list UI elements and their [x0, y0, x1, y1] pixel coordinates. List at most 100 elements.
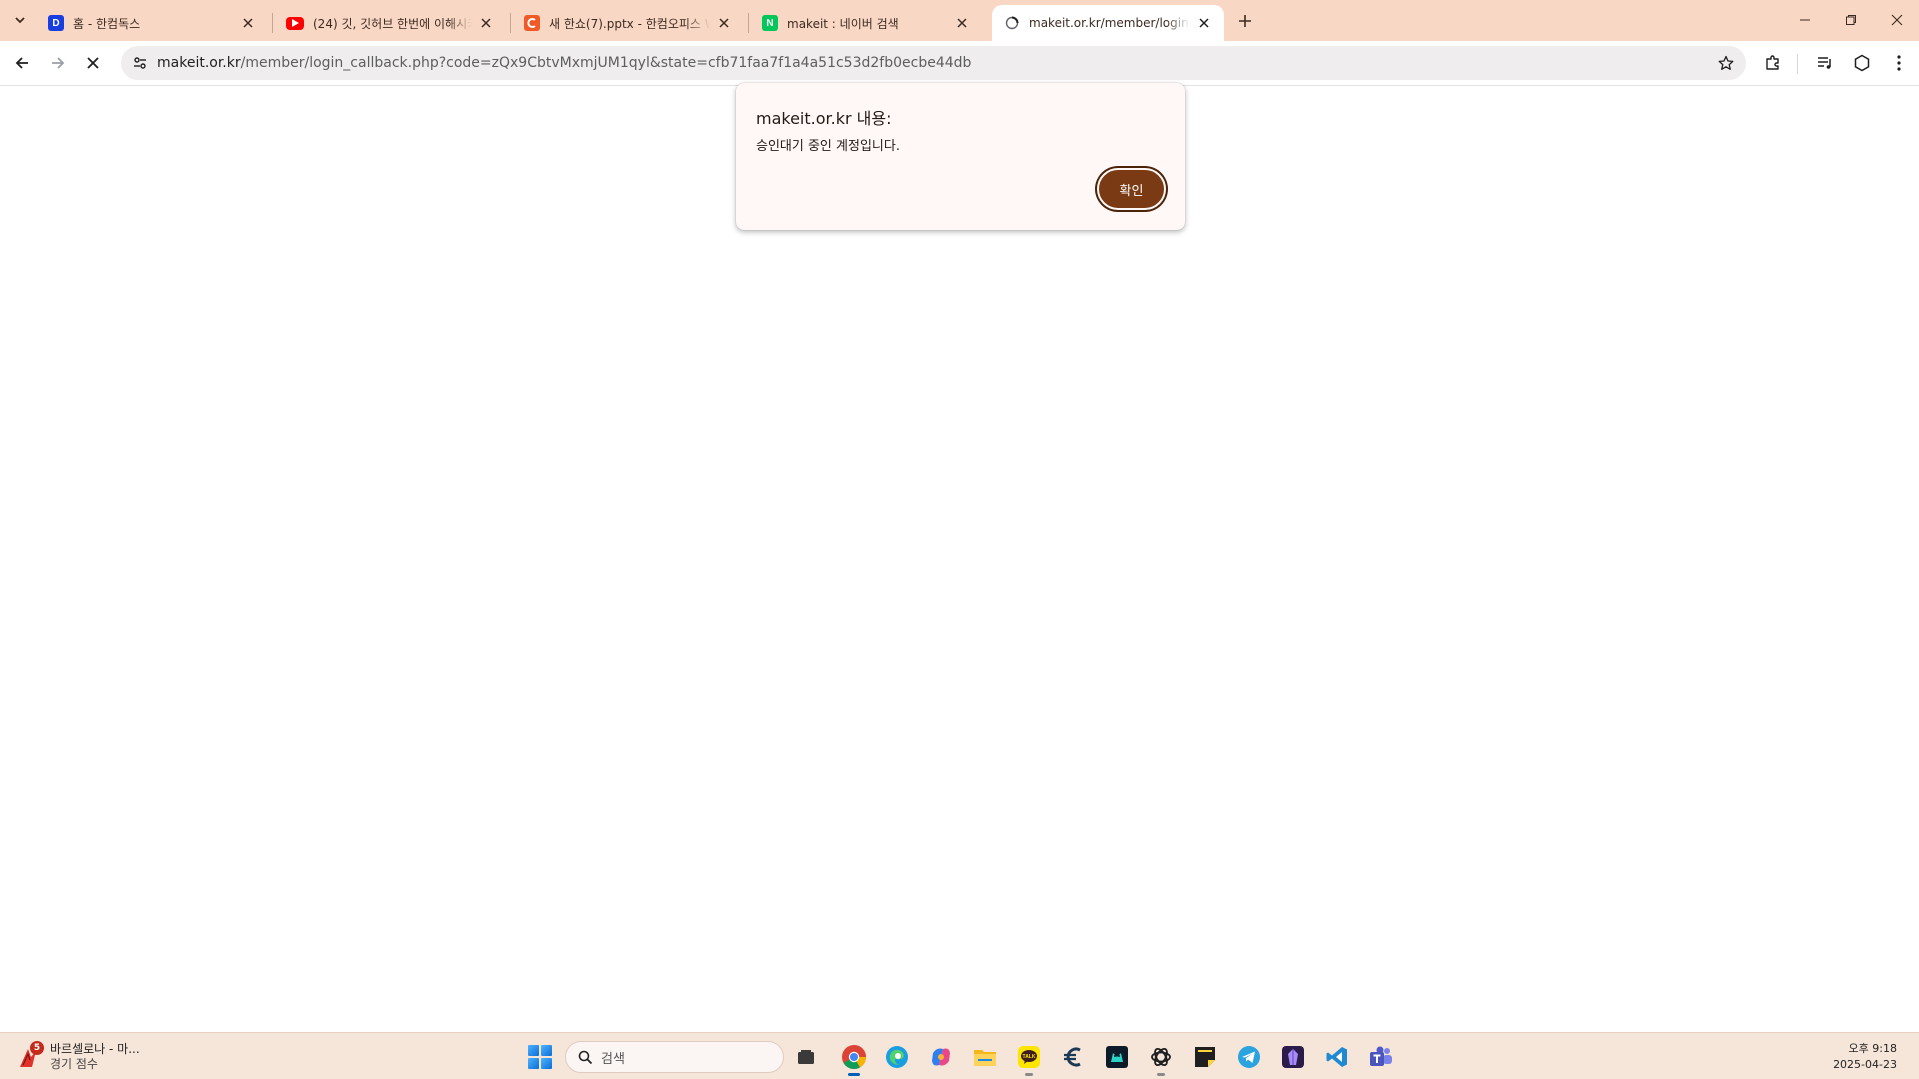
- chatgpt-taskbar-app[interactable]: [1145, 1041, 1177, 1076]
- tab-close-button[interactable]: [238, 13, 258, 33]
- obsidian-icon: [1282, 1046, 1304, 1068]
- tab-separator: [748, 13, 749, 33]
- close-icon: [87, 57, 99, 69]
- tab-hancomdocs[interactable]: D 홈 - 한컴독스: [36, 5, 268, 41]
- tab-close-button[interactable]: [714, 13, 734, 33]
- more-vertical-icon: [1897, 55, 1901, 71]
- bookmark-button[interactable]: [1716, 53, 1736, 73]
- euro-taskbar-app[interactable]: [1057, 1041, 1089, 1073]
- tab-close-button[interactable]: [952, 13, 972, 33]
- tab-naver[interactable]: N makeit : 네이버 검색: [750, 5, 982, 41]
- sticky-notes-icon: [1195, 1047, 1215, 1067]
- puzzle-icon: [1766, 55, 1779, 70]
- address-bar[interactable]: makeit.or.kr/member/login_callback.php?c…: [121, 46, 1746, 80]
- vscode-icon: [1326, 1047, 1347, 1067]
- close-icon: [719, 18, 729, 28]
- sticky-notes-taskbar-app[interactable]: [1189, 1041, 1221, 1073]
- tab-title: makeit.or.kr/member/login_callback: [1029, 16, 1190, 30]
- tab-separator: [272, 13, 273, 33]
- url-path: /member/login_callback.php?code=zQx9Cbtv…: [240, 55, 972, 71]
- file-explorer-taskbar-app[interactable]: [969, 1041, 1001, 1073]
- game-app-icon: [1106, 1046, 1128, 1068]
- extension-hexagon-button[interactable]: [1848, 49, 1876, 77]
- plus-icon: [1239, 15, 1251, 27]
- start-button[interactable]: [528, 1045, 552, 1069]
- close-icon: [1891, 14, 1903, 26]
- clock-date: 2025-04-23: [1833, 1058, 1897, 1071]
- widget-headline: 바르셀로나 - 마...: [50, 1042, 140, 1056]
- windows-logo-icon: [528, 1045, 539, 1056]
- copilot-taskbar-app[interactable]: [925, 1041, 957, 1073]
- tab-title: makeit : 네이버 검색: [787, 16, 899, 31]
- new-tab-button[interactable]: [1232, 8, 1258, 34]
- browser-toolbar: makeit.or.kr/member/login_callback.php?c…: [0, 41, 1919, 86]
- teams-icon: [1370, 1046, 1392, 1066]
- close-icon: [1199, 18, 1209, 28]
- task-view-button[interactable]: [790, 1041, 822, 1073]
- site-info-button[interactable]: [130, 53, 150, 73]
- hancomdocs-icon: D: [48, 15, 64, 31]
- close-icon: [243, 18, 253, 28]
- copilot-icon: [932, 1048, 950, 1066]
- dialog-message: 승인대기 중인 계정입니다.: [756, 139, 900, 154]
- close-window-button[interactable]: [1874, 0, 1919, 40]
- ok-button[interactable]: 확인: [1097, 168, 1166, 210]
- telegram-taskbar-app[interactable]: [1233, 1041, 1265, 1073]
- widget-subtitle: 경기 점수: [50, 1057, 98, 1071]
- star-icon: [1718, 55, 1734, 70]
- minimize-icon: [1800, 19, 1810, 21]
- tab-strip: D 홈 - 한컴독스 (24) 깃, 깃허브 한번에 이해시키 새 한쇼(7).…: [0, 0, 1919, 41]
- url-host: makeit.or.kr: [157, 55, 241, 71]
- folder-icon: [974, 1050, 996, 1066]
- url-text[interactable]: makeit.or.kr/member/login_callback.php?c…: [157, 46, 971, 80]
- game-taskbar-app[interactable]: [1101, 1041, 1133, 1073]
- edge-taskbar-app[interactable]: [881, 1041, 913, 1073]
- kakaotalk-icon: TALK: [1018, 1046, 1040, 1068]
- tab-youtube[interactable]: (24) 깃, 깃허브 한번에 이해시키: [274, 5, 506, 41]
- close-icon: [957, 18, 967, 28]
- euro-app-icon: [1064, 1047, 1081, 1067]
- system-clock[interactable]: 오후 9:18 2025-04-23: [1833, 1041, 1897, 1073]
- svg-text:TALK: TALK: [1023, 1054, 1036, 1060]
- forward-button[interactable]: [43, 48, 73, 78]
- media-controls-button[interactable]: [1811, 49, 1839, 77]
- telegram-icon: [1238, 1046, 1260, 1068]
- extensions-button[interactable]: [1759, 49, 1787, 77]
- windows-taskbar: 5 바르셀로나 - 마... 경기 점수 검색 TALK 오후 9:18 202…: [0, 1032, 1919, 1079]
- tab-close-button[interactable]: [476, 13, 496, 33]
- teams-taskbar-app[interactable]: [1365, 1041, 1397, 1073]
- active-indicator: [848, 1073, 860, 1076]
- tab-close-button[interactable]: [1194, 13, 1214, 33]
- running-indicator: [1157, 1073, 1165, 1076]
- browser-menu-button[interactable]: [1885, 49, 1913, 77]
- chatgpt-icon: [1151, 1047, 1171, 1067]
- tab-title: 새 한쇼(7).pptx - 한컴오피스 W: [549, 16, 710, 31]
- search-placeholder: 검색: [601, 1051, 625, 1067]
- tab-title: (24) 깃, 깃허브 한번에 이해시키: [313, 16, 472, 31]
- widgets-news[interactable]: 5 바르셀로나 - 마... 경기 점수: [14, 1039, 140, 1075]
- toolbar-separator: [1797, 54, 1798, 74]
- tab-makeit-active[interactable]: makeit.or.kr/member/login_callback: [992, 5, 1224, 41]
- vscode-taskbar-app[interactable]: [1321, 1041, 1353, 1073]
- tab-title: 홈 - 한컴독스: [73, 16, 141, 31]
- tab-search-button[interactable]: [6, 8, 34, 32]
- edge-icon: [886, 1046, 908, 1068]
- chrome-taskbar-app[interactable]: [838, 1041, 870, 1076]
- tab-separator: [510, 13, 511, 33]
- stop-loading-button[interactable]: [78, 48, 108, 78]
- tab-hanshow[interactable]: 새 한쇼(7).pptx - 한컴오피스 W: [512, 5, 744, 41]
- arrow-left-icon: [15, 57, 28, 69]
- hexagon-icon: [1854, 54, 1870, 72]
- loading-globe-icon: [1004, 15, 1020, 31]
- back-button[interactable]: [7, 48, 37, 78]
- chevron-down-icon: [15, 17, 25, 24]
- kakaotalk-taskbar-app[interactable]: TALK: [1013, 1041, 1045, 1076]
- close-icon: [481, 18, 491, 28]
- minimize-button[interactable]: [1782, 0, 1828, 40]
- taskbar-search[interactable]: 검색: [565, 1041, 784, 1073]
- arrow-right-icon: [52, 57, 65, 69]
- running-indicator: [1025, 1073, 1033, 1076]
- restore-button[interactable]: [1828, 0, 1874, 40]
- obsidian-taskbar-app[interactable]: [1277, 1041, 1309, 1073]
- hanshow-icon: [524, 15, 540, 31]
